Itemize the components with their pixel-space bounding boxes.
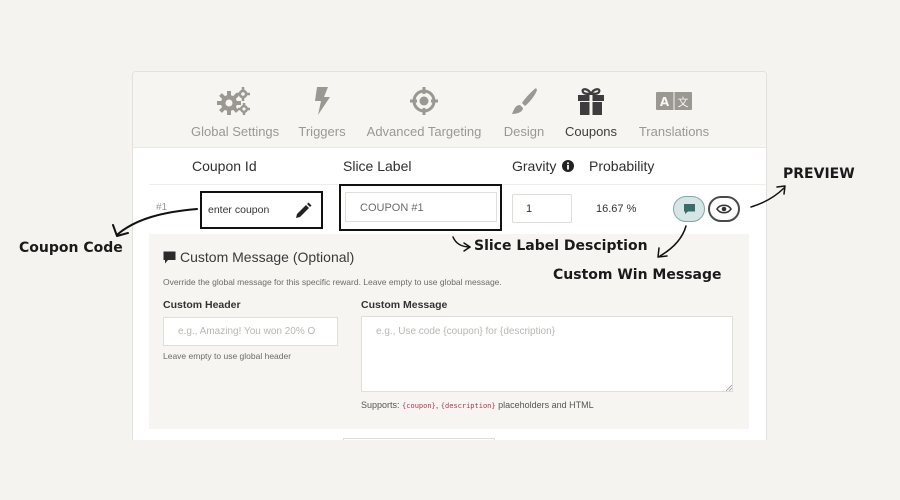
annotation-arrows [112,185,786,258]
arrow-custom-message [659,225,687,257]
arrow-coupon-code [117,208,198,235]
arrow-preview [750,187,785,208]
